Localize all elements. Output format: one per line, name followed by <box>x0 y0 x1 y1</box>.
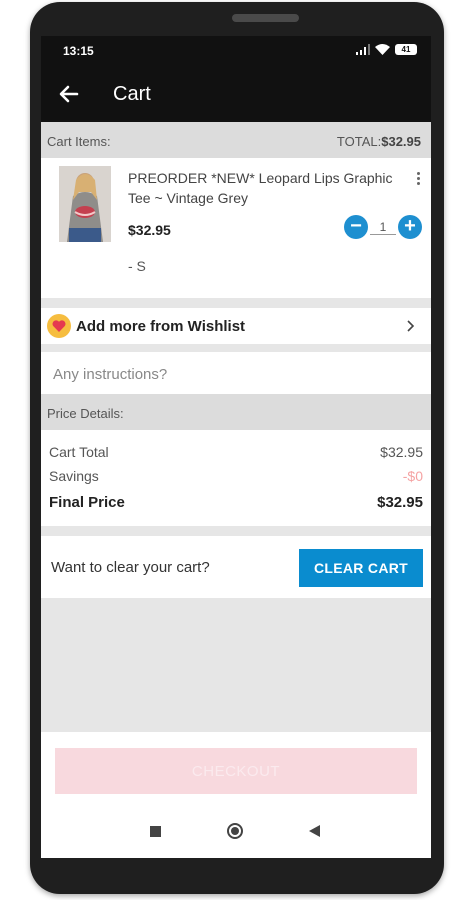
quantity-value: 1 <box>370 220 396 235</box>
system-nav-bar <box>41 808 431 858</box>
instructions-input[interactable] <box>51 358 415 390</box>
product-image <box>59 166 111 242</box>
wishlist-badge <box>47 314 71 338</box>
status-bar: 13:15 41 <box>41 36 431 66</box>
status-icons: 41 <box>356 44 417 55</box>
increase-quantity-button[interactable]: + <box>398 215 422 239</box>
cart-content: Cart Items: TOTAL:$32.95 PREORDER *NEW* … <box>41 122 431 858</box>
checkout-button[interactable]: CHECKOUT <box>55 748 417 794</box>
clear-cart-button[interactable]: CLEAR CART <box>299 549 423 587</box>
heart-icon <box>52 320 66 332</box>
checkout-area: CHECKOUT <box>41 732 431 858</box>
product-price: $32.95 <box>128 222 171 238</box>
screen: 13:15 41 Cart Cart Items: TOTAL:$32.95 P… <box>41 36 431 858</box>
home-icon[interactable] <box>227 823 243 839</box>
chevron-right-icon <box>407 320 415 332</box>
wishlist-label: Add more from Wishlist <box>76 318 246 335</box>
decrease-quantity-button[interactable]: − <box>344 215 368 239</box>
app-bar: Cart <box>41 66 431 122</box>
instructions-row <box>41 352 431 394</box>
price-details: Cart Total $32.95 Savings -$0 Final Pric… <box>41 430 431 526</box>
page-title: Cart <box>113 83 151 105</box>
price-details-header: Price Details: <box>41 394 431 430</box>
back-arrow-icon[interactable] <box>55 80 83 108</box>
status-time: 13:15 <box>63 44 94 58</box>
quantity-stepper: − 1 + <box>344 215 422 239</box>
product-variant: - S <box>128 258 146 274</box>
product-thumbnail[interactable] <box>59 166 111 242</box>
nav-back-icon[interactable] <box>309 825 320 837</box>
more-options-icon[interactable] <box>417 172 421 186</box>
signal-icon <box>356 44 370 55</box>
battery-icon: 41 <box>395 44 417 55</box>
cart-total: TOTAL:$32.95 <box>337 134 421 149</box>
final-price-value: $32.95 <box>377 494 423 511</box>
wifi-icon <box>375 44 390 55</box>
cart-total-label: TOTAL: <box>336 134 382 149</box>
add-from-wishlist-row[interactable]: Add more from Wishlist <box>41 308 431 344</box>
final-price-label: Final Price <box>49 494 125 511</box>
phone-speaker <box>232 14 299 22</box>
cart-total-row-label: Cart Total <box>49 444 109 460</box>
price-details-label: Price Details: <box>47 406 124 421</box>
cart-total-row-value: $32.95 <box>380 444 423 460</box>
clear-cart-question: Want to clear your cart? <box>51 559 210 576</box>
clear-cart-row: Want to clear your cart? CLEAR CART <box>41 536 431 598</box>
product-title[interactable]: PREORDER *NEW* Leopard Lips Graphic Tee … <box>128 168 412 208</box>
recents-icon[interactable] <box>150 826 161 837</box>
cart-items-label: Cart Items: <box>47 134 111 149</box>
cart-item[interactable]: PREORDER *NEW* Leopard Lips Graphic Tee … <box>41 158 431 298</box>
cart-total-value: $32.95 <box>381 134 421 149</box>
cart-items-header: Cart Items: TOTAL:$32.95 <box>41 122 431 158</box>
savings-label: Savings <box>49 468 99 484</box>
savings-value: -$0 <box>402 468 423 484</box>
